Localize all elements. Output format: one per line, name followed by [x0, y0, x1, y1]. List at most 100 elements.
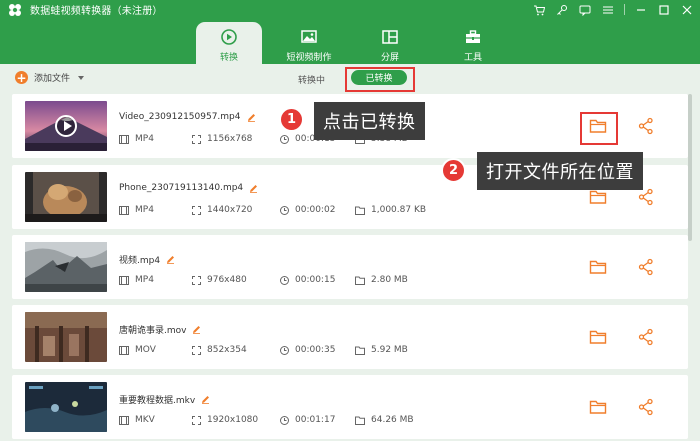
menu-icon[interactable] [601, 3, 615, 17]
tab-converting[interactable]: 转换中 [298, 73, 325, 86]
file-name-text: 视频.mp4 [119, 256, 161, 266]
edit-icon[interactable] [247, 113, 256, 122]
resolution-meta: 1440x720 [192, 205, 252, 215]
file-name: Video_230912150957.mp4 [119, 112, 256, 122]
format-value: MP4 [135, 205, 154, 215]
size-meta: 64.26 MB [355, 415, 414, 425]
video-thumbnail[interactable] [25, 382, 107, 432]
format-meta: MP4 [119, 205, 154, 215]
tab-short-video[interactable]: 短视频制作 [276, 22, 342, 64]
chevron-down-icon[interactable] [78, 75, 85, 80]
clock-icon [280, 275, 289, 285]
converted-file-list: Video_230912150957.mp4 MP4 1156x768 00:0… [12, 94, 688, 441]
add-file-button[interactable]: + 添加文件 [15, 71, 85, 84]
tab-short-video-label: 短视频制作 [286, 53, 332, 63]
format-meta: MP4 [119, 134, 154, 144]
size-value: 64.26 MB [371, 415, 414, 425]
list-scrollbar[interactable] [688, 94, 692, 241]
open-folder-icon[interactable] [589, 258, 607, 276]
folder-small-icon [355, 416, 365, 425]
resolution-meta: 852x354 [192, 345, 247, 355]
duration-meta: 00:01:17 [280, 415, 335, 425]
video-thumbnail[interactable] [25, 242, 107, 292]
highlight-folder-box [580, 112, 618, 145]
app-logo-icon [9, 3, 21, 16]
file-name-text: Phone_230719113140.mp4 [119, 183, 244, 193]
share-icon[interactable] [637, 328, 655, 346]
duration-meta: 00:00:02 [280, 205, 335, 215]
share-icon[interactable] [637, 398, 655, 416]
edit-icon[interactable] [192, 325, 201, 334]
duration-meta: 00:00:15 [280, 275, 335, 285]
resolution-meta: 1920x1080 [192, 415, 258, 425]
title-bar: 数据蛙视频转换器（未注册） [0, 0, 700, 19]
open-folder-icon[interactable] [589, 188, 607, 206]
file-row: 重要教程数据.mkv MKV 1920x1080 00:01:17 64.26 … [12, 375, 688, 439]
key-icon[interactable] [555, 3, 569, 17]
tab-convert[interactable]: 转换 [196, 22, 262, 64]
tab-convert-label: 转换 [219, 53, 238, 63]
edit-icon[interactable] [166, 255, 175, 264]
edit-icon[interactable] [249, 184, 258, 193]
film-icon [119, 415, 129, 425]
duration-meta: 00:00:35 [280, 345, 335, 355]
convert-icon [221, 29, 237, 45]
size-value: 5.92 MB [371, 345, 408, 355]
resolution-value: 852x354 [207, 345, 247, 355]
minimize-icon[interactable] [634, 3, 648, 17]
file-name: 重要教程数据.mkv [119, 393, 210, 406]
resolution-value: 976x480 [207, 275, 247, 285]
cart-icon[interactable] [532, 3, 546, 17]
duration-value: 00:00:02 [295, 205, 336, 215]
resolution-icon [192, 134, 201, 144]
duration-value: 00:00:35 [295, 345, 336, 355]
highlight-converted-box [345, 67, 415, 92]
window-controls [532, 0, 694, 19]
tab-toolbox-label: 工具 [463, 53, 482, 63]
callout-2: 打开文件所在位置 [477, 152, 643, 190]
resolution-icon [192, 275, 201, 285]
share-icon[interactable] [637, 188, 655, 206]
file-name-text: 重要教程数据.mkv [119, 396, 196, 406]
film-icon [119, 345, 129, 355]
open-folder-icon[interactable] [589, 328, 607, 346]
film-icon [119, 275, 129, 285]
play-icon[interactable] [55, 115, 77, 137]
file-row: 唐朝诡事录.mov MOV 852x354 00:00:35 5.92 MB [12, 305, 688, 369]
step-badge-2: 2 [441, 158, 466, 183]
main-nav: 转换 短视频制作 分屏 工具 [0, 19, 700, 64]
share-icon[interactable] [637, 117, 655, 135]
resolution-value: 1920x1080 [207, 415, 259, 425]
tab-toolbox[interactable]: 工具 [440, 22, 506, 64]
resolution-meta: 976x480 [192, 275, 247, 285]
file-name-text: Video_230912150957.mp4 [119, 112, 241, 122]
video-thumbnail[interactable] [25, 312, 107, 362]
size-meta: 2.80 MB [355, 275, 408, 285]
duration-value: 00:01:17 [295, 415, 336, 425]
share-icon[interactable] [637, 258, 655, 276]
video-thumbnail[interactable] [25, 101, 107, 151]
film-icon [119, 205, 129, 215]
format-value: MP4 [135, 134, 154, 144]
step-badge-1: 1 [279, 107, 304, 132]
size-meta: 5.92 MB [355, 345, 408, 355]
format-meta: MKV [119, 415, 155, 425]
format-meta: MP4 [119, 275, 154, 285]
feedback-icon[interactable] [578, 3, 592, 17]
size-value: 1,000.87 KB [371, 205, 427, 215]
clock-icon [280, 134, 289, 144]
close-icon[interactable] [680, 3, 694, 17]
toolbox-icon [466, 30, 480, 43]
resolution-meta: 1156x768 [192, 134, 252, 144]
file-name: 视频.mp4 [119, 253, 175, 266]
tab-split-screen-label: 分屏 [380, 53, 399, 63]
edit-icon[interactable] [201, 395, 210, 404]
clock-icon [280, 345, 289, 355]
video-thumbnail[interactable] [25, 172, 107, 222]
tab-split-screen[interactable]: 分屏 [357, 22, 423, 64]
file-name: Phone_230719113140.mp4 [119, 183, 258, 193]
open-folder-icon[interactable] [589, 398, 607, 416]
maximize-icon[interactable] [657, 3, 671, 17]
film-icon [119, 134, 129, 144]
resolution-value: 1440x720 [207, 205, 253, 215]
